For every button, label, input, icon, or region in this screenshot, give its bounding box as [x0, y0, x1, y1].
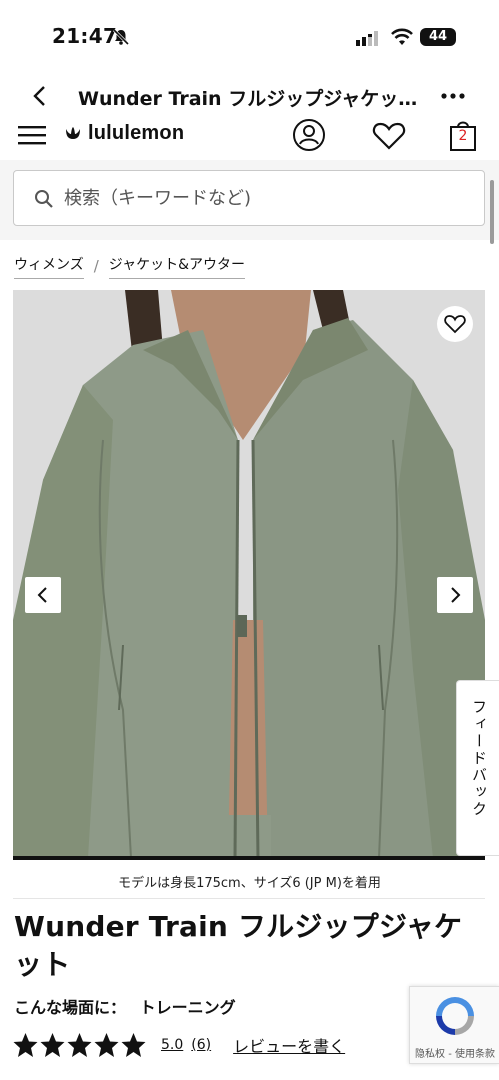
more-icon[interactable] [440, 88, 466, 104]
star-icon [67, 1033, 92, 1057]
recaptcha-text[interactable]: 隐私权 - 使用条款 [410, 1045, 499, 1060]
next-image-button[interactable] [437, 577, 473, 613]
write-review-link[interactable]: レビューを書く [233, 1033, 345, 1057]
heart-icon [444, 315, 466, 334]
chevron-left-icon [37, 587, 47, 603]
battery-indicator: 44 [420, 28, 456, 46]
recaptcha-badge[interactable]: 隐私权 - 使用条款 [409, 986, 499, 1064]
status-time: 21:47 [52, 24, 118, 48]
account-icon[interactable] [292, 118, 326, 152]
product-image[interactable] [13, 290, 485, 858]
status-bar: 21:47 44 [0, 0, 499, 72]
brand-logo[interactable]: lululemon [64, 120, 184, 146]
menu-icon[interactable] [18, 124, 46, 146]
feedback-tab[interactable]: フィードバック [456, 680, 499, 856]
image-progress-bar [13, 856, 485, 860]
star-icon [13, 1033, 38, 1057]
star-rating[interactable] [12, 1032, 147, 1058]
star-icon [94, 1033, 119, 1057]
model-caption: モデルは身長175cm、サイズ6 (JP M)を着用 [118, 876, 381, 891]
wifi-icon [391, 28, 413, 45]
rating-value-link[interactable]: 5.0 [161, 1037, 183, 1053]
search-box[interactable] [13, 170, 485, 226]
page-title: Wunder Train フルジップジャケッ... [78, 88, 418, 110]
brand-name: lululemon [88, 121, 185, 144]
jacket-photo [13, 290, 485, 858]
lululemon-logo-icon [66, 127, 80, 139]
rating-count-link[interactable]: (6) [191, 1037, 211, 1053]
feedback-label: フィードバック [470, 699, 488, 818]
star-icon [121, 1033, 146, 1057]
rating-summary: 5.0 (6) レビューを書く [12, 1030, 345, 1060]
back-icon[interactable] [28, 84, 52, 108]
scrollbar[interactable] [490, 180, 494, 244]
divider [13, 898, 485, 899]
browser-bar: Wunder Train フルジップジャケッ... [0, 72, 499, 120]
site-header: lululemon 2 [0, 116, 499, 160]
chevron-right-icon [451, 587, 461, 603]
add-to-wishlist-button[interactable] [437, 306, 473, 342]
bell-muted-icon [112, 28, 130, 46]
activity-line: こんな場面に： トレーニング [14, 994, 236, 1018]
signal-icon [356, 31, 378, 46]
search-icon [35, 190, 53, 208]
search-input[interactable] [64, 171, 464, 225]
breadcrumb: ウィメンズ / ジャケット&アウター [14, 252, 246, 280]
activity-label: こんな場面に： [14, 998, 127, 1017]
breadcrumb-item-womens[interactable]: ウィメンズ [14, 254, 84, 279]
recaptcha-icon [436, 997, 474, 1035]
previous-image-button[interactable] [25, 577, 61, 613]
star-icon [40, 1033, 65, 1057]
activity-link[interactable]: トレーニング [140, 998, 236, 1017]
breadcrumb-item-jackets[interactable]: ジャケット&アウター [108, 254, 246, 279]
breadcrumb-separator: / [93, 257, 99, 275]
wishlist-heart-icon[interactable] [372, 120, 406, 152]
product-title: Wunder Train フルジップジャケット [14, 910, 463, 981]
bag-count: 2 [458, 128, 468, 144]
